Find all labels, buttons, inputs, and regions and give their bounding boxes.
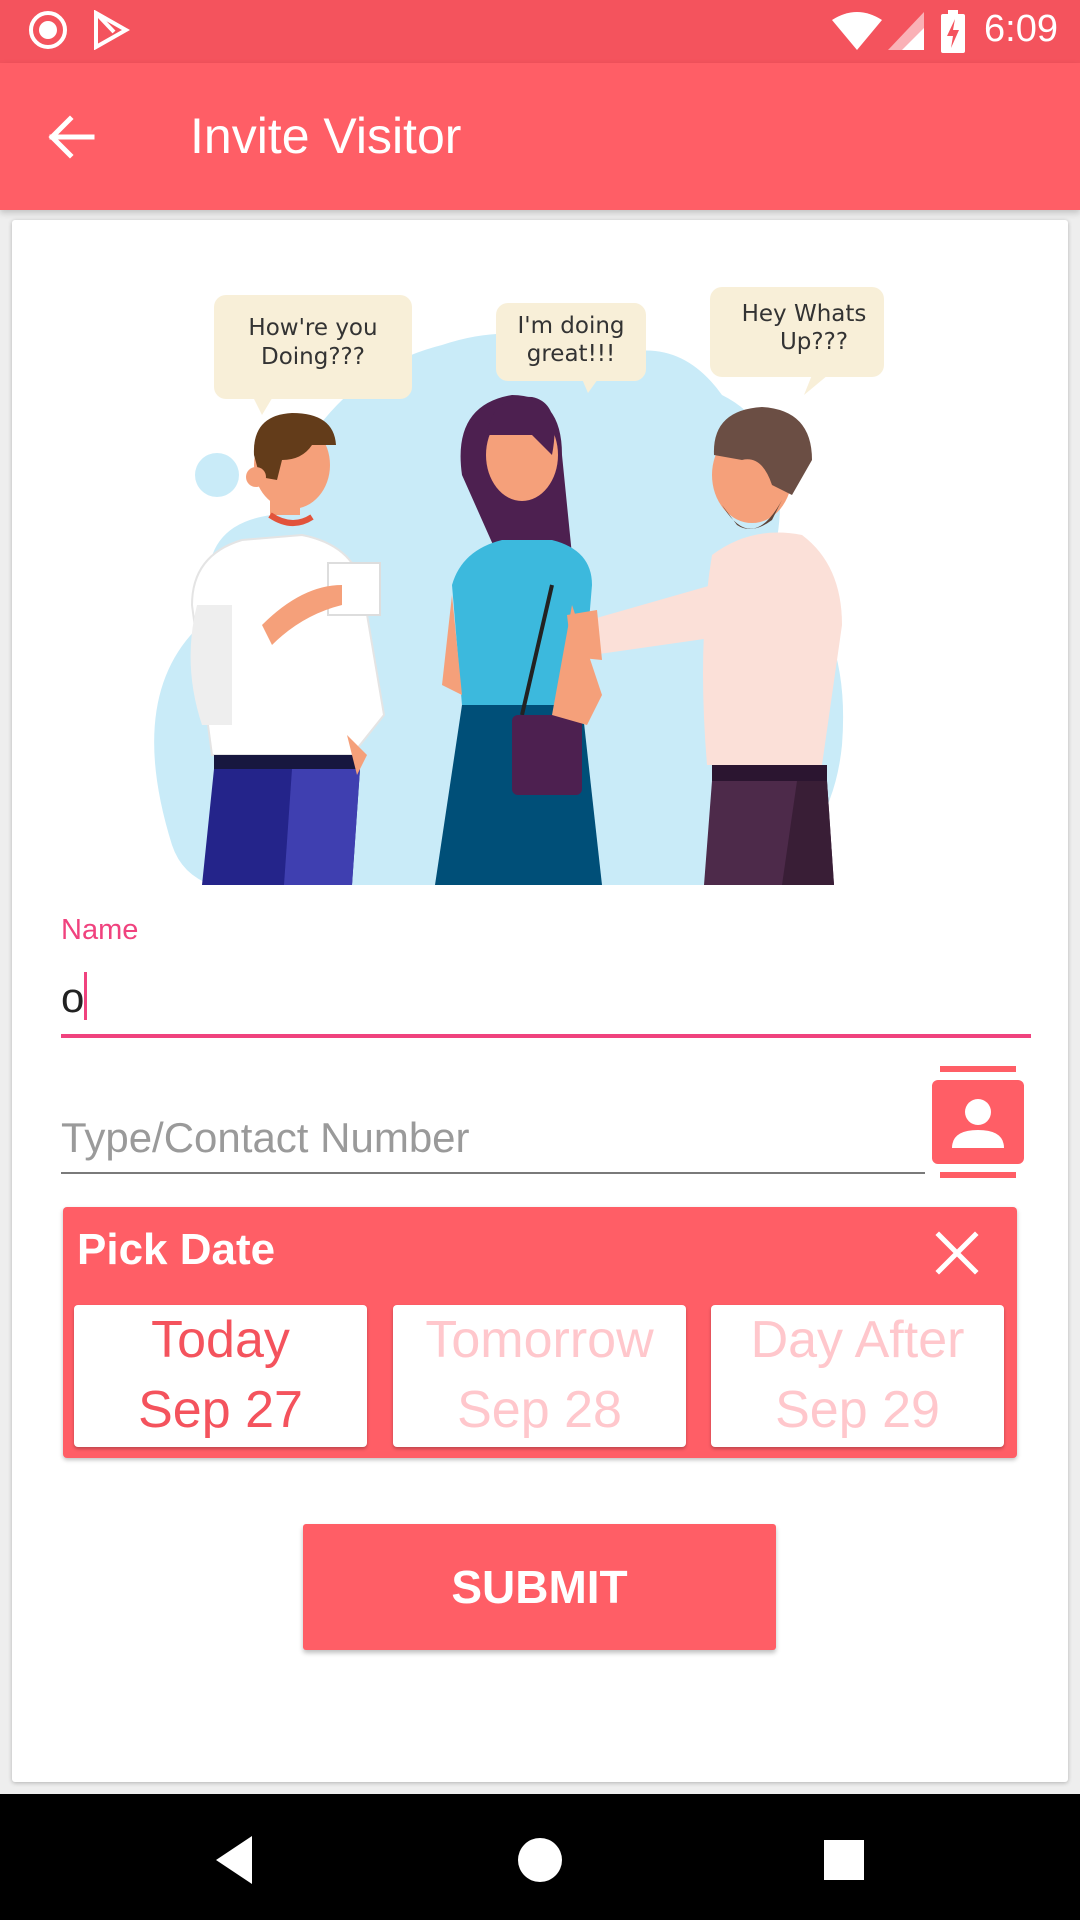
navigation-bar — [0, 1794, 1080, 1920]
app-bar: Invite Visitor — [0, 63, 1080, 210]
date-option-tomorrow[interactable]: Tomorrow Sep 28 — [393, 1305, 686, 1447]
submit-button[interactable]: SUBMIT — [303, 1524, 776, 1650]
status-time: 6:09 — [984, 8, 1058, 50]
pick-date-panel: Pick Date Today Sep 27 Tomorrow Sep 28 D… — [63, 1207, 1017, 1458]
pick-date-title: Pick Date — [77, 1225, 276, 1274]
date-option-day: Day After — [750, 1311, 965, 1369]
date-option-date: Sep 27 — [138, 1381, 303, 1439]
nav-back-icon[interactable] — [206, 1830, 266, 1890]
play-store-icon — [94, 10, 130, 50]
record-icon — [29, 11, 67, 49]
date-option-day: Tomorrow — [425, 1311, 654, 1369]
date-option-date: Sep 28 — [457, 1381, 622, 1439]
people-chatting-illustration: How're you Doing??? I'm doing great!!! H… — [154, 287, 884, 885]
date-option-day-after[interactable]: Day After Sep 29 — [711, 1305, 1004, 1447]
contact-number-underline — [61, 1172, 925, 1174]
close-icon[interactable] — [935, 1231, 979, 1275]
status-bar: 6:09 — [0, 0, 1080, 63]
battery-charging-icon — [941, 10, 965, 53]
date-option-date: Sep 29 — [775, 1381, 940, 1439]
contact-number-input[interactable] — [61, 1108, 921, 1168]
speech-bubble-1: How're you Doing??? — [214, 295, 412, 415]
wifi-icon — [832, 12, 882, 50]
speech-bubble-2: I'm doing great!!! — [496, 303, 646, 393]
signal-icon — [888, 12, 924, 50]
bubble-3-line2: Up??? — [780, 329, 848, 355]
name-label: Name — [61, 914, 139, 946]
invite-form-card: How're you Doing??? I'm doing great!!! H… — [12, 220, 1068, 1782]
bubble-1-line1: How're you — [248, 315, 377, 341]
nav-home-icon[interactable] — [510, 1830, 570, 1890]
nav-recents-icon[interactable] — [814, 1830, 874, 1890]
speech-bubble-3: Hey Whats Up??? — [710, 287, 884, 395]
text-cursor — [84, 972, 87, 1020]
date-option-day: Today — [151, 1311, 290, 1369]
bubble-2-line2: great!!! — [527, 341, 615, 367]
contact-book-icon[interactable] — [932, 1066, 1024, 1178]
date-option-today[interactable]: Today Sep 27 — [74, 1305, 367, 1447]
name-underline — [61, 1034, 1031, 1038]
bubble-3-line1: Hey Whats — [742, 301, 867, 327]
arrow-back-icon[interactable] — [42, 109, 106, 165]
bubble-2-line1: I'm doing — [517, 313, 624, 339]
page-title: Invite Visitor — [190, 108, 462, 164]
bubble-1-line2: Doing??? — [261, 344, 365, 370]
name-input[interactable] — [61, 968, 1031, 1028]
